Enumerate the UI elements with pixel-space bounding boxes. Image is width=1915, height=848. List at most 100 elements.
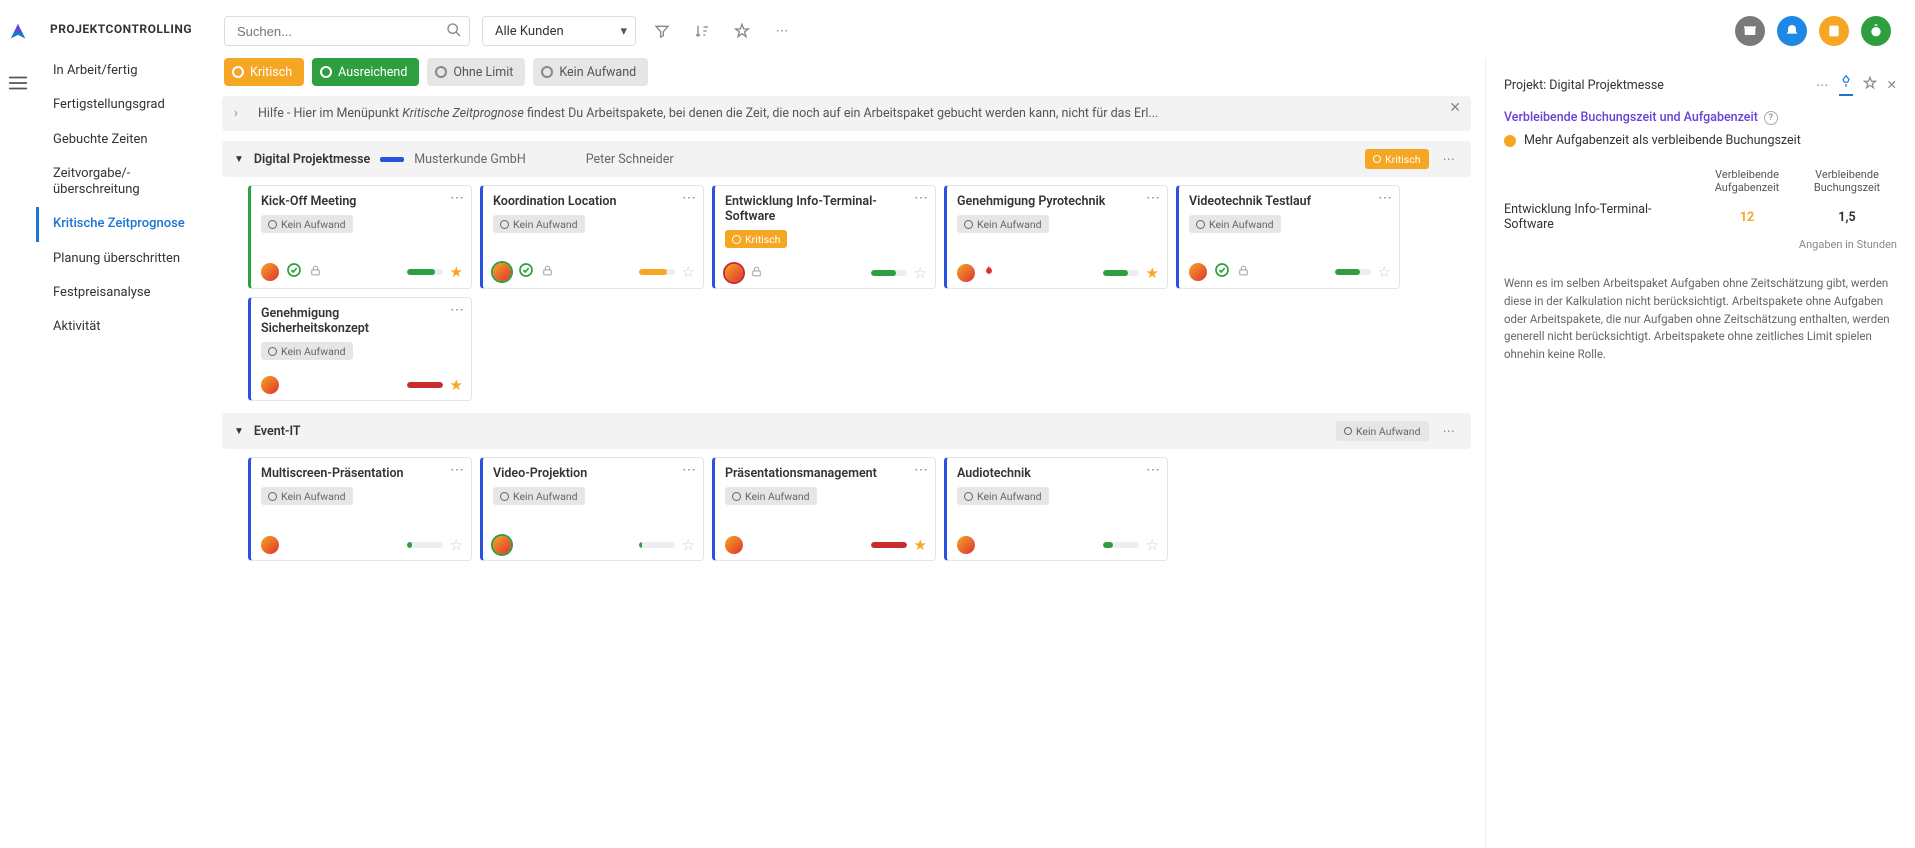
sidebar-item-1[interactable]: Fertigstellungsgrad bbox=[36, 88, 200, 122]
card-star-icon[interactable]: ★ bbox=[914, 536, 927, 554]
avatar[interactable] bbox=[261, 376, 279, 394]
group-customer: Musterkunde GmbH bbox=[414, 152, 526, 167]
detail-row-name: Entwicklung Info-Terminal-Software bbox=[1504, 202, 1697, 232]
sidebar-item-0[interactable]: In Arbeit/fertig bbox=[36, 54, 200, 88]
help-text-prefix: Hilfe - Hier im Menüpunkt bbox=[258, 106, 402, 121]
filter-chip-2[interactable]: Ohne Limit bbox=[427, 58, 525, 86]
card-menu-icon[interactable]: ⋯ bbox=[450, 190, 465, 206]
card[interactable]: ⋯Genehmigung PyrotechnikKein Aufwand★ bbox=[944, 185, 1168, 289]
filter-chip-3[interactable]: Kein Aufwand bbox=[533, 58, 648, 86]
badge-notifications[interactable] bbox=[1777, 16, 1807, 46]
card[interactable]: ⋯Videotechnik TestlaufKein Aufwand☆ bbox=[1176, 185, 1400, 289]
card-star-icon[interactable]: ☆ bbox=[682, 536, 695, 554]
card-menu-icon[interactable]: ⋯ bbox=[1146, 190, 1161, 206]
group-header-1[interactable]: ▼Event-ITKein Aufwand⋯ bbox=[222, 413, 1471, 449]
group-header-0[interactable]: ▼Digital ProjektmesseMusterkunde GmbHPet… bbox=[222, 141, 1471, 177]
sidebar-item-5[interactable]: Planung überschritten bbox=[36, 242, 200, 276]
sidebar-item-4[interactable]: Kritische Zeitprognose bbox=[36, 207, 200, 241]
card-star-icon[interactable]: ★ bbox=[1146, 264, 1159, 282]
avatar[interactable] bbox=[1189, 263, 1207, 281]
badge-timer[interactable] bbox=[1861, 16, 1891, 46]
card-star-icon[interactable]: ☆ bbox=[450, 536, 463, 554]
card-menu-icon[interactable]: ⋯ bbox=[682, 190, 697, 206]
customer-dropdown[interactable]: Alle Kunden bbox=[482, 16, 636, 46]
lock-icon bbox=[1237, 264, 1250, 281]
avatar[interactable] bbox=[957, 264, 975, 282]
card[interactable]: ⋯Koordination LocationKein Aufwand☆ bbox=[480, 185, 704, 289]
lock-icon bbox=[750, 265, 763, 282]
sidebar-item-3[interactable]: Zeitvorgabe/-überschreitung bbox=[36, 157, 200, 208]
group-name: Digital Projektmesse bbox=[254, 152, 370, 167]
card-title: Kick-Off Meeting bbox=[261, 194, 463, 209]
caret-down-icon: ▼ bbox=[234, 154, 244, 165]
card-menu-icon[interactable]: ⋯ bbox=[914, 462, 929, 478]
badge-archive[interactable] bbox=[1735, 16, 1765, 46]
progress-bar bbox=[639, 269, 675, 275]
check-icon bbox=[1214, 262, 1230, 282]
tag-circle-icon bbox=[268, 347, 277, 356]
avatar[interactable] bbox=[725, 536, 743, 554]
star-icon[interactable] bbox=[728, 17, 756, 45]
hamburger-icon[interactable] bbox=[7, 72, 29, 98]
card[interactable]: ⋯Kick-Off MeetingKein Aufwand★ bbox=[248, 185, 472, 289]
close-icon[interactable]: ✕ bbox=[1449, 100, 1461, 116]
sidebar-item-7[interactable]: Aktivität bbox=[36, 310, 200, 344]
group-menu-icon[interactable]: ⋯ bbox=[1439, 151, 1460, 167]
card-star-icon[interactable]: ★ bbox=[450, 263, 463, 281]
card[interactable]: ⋯PräsentationsmanagementKein Aufwand★ bbox=[712, 457, 936, 561]
filter-chip-0[interactable]: Kritisch bbox=[224, 58, 304, 86]
detail-close-icon[interactable]: ✕ bbox=[1887, 77, 1897, 93]
avatar[interactable] bbox=[493, 536, 511, 554]
card-menu-icon[interactable]: ⋯ bbox=[450, 302, 465, 318]
card-menu-icon[interactable]: ⋯ bbox=[1378, 190, 1393, 206]
card-menu-icon[interactable]: ⋯ bbox=[914, 190, 929, 206]
detail-row: Entwicklung Info-Terminal-Software121,5 bbox=[1504, 202, 1897, 232]
card-menu-icon[interactable]: ⋯ bbox=[450, 462, 465, 478]
card-menu-icon[interactable]: ⋯ bbox=[1146, 462, 1161, 478]
legend-dot-icon bbox=[1504, 135, 1516, 147]
card-star-icon[interactable]: ★ bbox=[450, 376, 463, 394]
avatar[interactable] bbox=[957, 536, 975, 554]
tag-circle-icon bbox=[1196, 220, 1205, 229]
avatar[interactable] bbox=[493, 263, 511, 281]
card[interactable]: ⋯Genehmigung SicherheitskonzeptKein Aufw… bbox=[248, 297, 472, 401]
check-icon bbox=[518, 262, 534, 282]
detail-more-icon[interactable]: ⋯ bbox=[1816, 77, 1829, 93]
chevron-right-icon[interactable]: › bbox=[234, 106, 238, 121]
filter-icon[interactable] bbox=[648, 17, 676, 45]
avatar[interactable] bbox=[725, 264, 743, 282]
avatar[interactable] bbox=[261, 536, 279, 554]
progress-bar bbox=[407, 542, 443, 548]
detail-star-icon[interactable] bbox=[1863, 76, 1877, 94]
card-tag: Kein Aufwand bbox=[1189, 215, 1281, 233]
card[interactable]: ⋯Video-ProjektionKein Aufwand☆ bbox=[480, 457, 704, 561]
filter-chip-1[interactable]: Ausreichend bbox=[312, 58, 419, 86]
lock-icon bbox=[309, 264, 322, 281]
search-input[interactable] bbox=[224, 16, 470, 46]
card[interactable]: ⋯Multiscreen-PräsentationKein Aufwand☆ bbox=[248, 457, 472, 561]
card-menu-icon[interactable]: ⋯ bbox=[682, 462, 697, 478]
card-tag: Kein Aufwand bbox=[493, 487, 585, 505]
info-icon[interactable]: ? bbox=[1764, 111, 1778, 125]
card-star-icon[interactable]: ☆ bbox=[914, 264, 927, 282]
group-menu-icon[interactable]: ⋯ bbox=[1439, 423, 1460, 439]
card[interactable]: ⋯Entwicklung Info-Terminal-SoftwareKriti… bbox=[712, 185, 936, 289]
more-icon[interactable]: ⋯ bbox=[768, 17, 796, 45]
badge-notes[interactable] bbox=[1819, 16, 1849, 46]
detail-description: Wenn es im selben Arbeitspaket Aufgaben … bbox=[1504, 275, 1897, 364]
card[interactable]: ⋯AudiotechnikKein Aufwand☆ bbox=[944, 457, 1168, 561]
detail-title: Projekt: Digital Projektmesse bbox=[1504, 78, 1806, 93]
card-star-icon[interactable]: ☆ bbox=[682, 263, 695, 281]
card-tag: Kein Aufwand bbox=[261, 342, 353, 360]
avatar[interactable] bbox=[261, 263, 279, 281]
sidebar-item-2[interactable]: Gebuchte Zeiten bbox=[36, 123, 200, 157]
card-star-icon[interactable]: ☆ bbox=[1146, 536, 1159, 554]
tag-circle-icon bbox=[268, 220, 277, 229]
card-star-icon[interactable]: ☆ bbox=[1378, 263, 1391, 281]
sidebar-item-6[interactable]: Festpreisanalyse bbox=[36, 276, 200, 310]
pin-icon[interactable] bbox=[1839, 74, 1853, 96]
left-rail bbox=[0, 0, 36, 848]
sort-icon[interactable] bbox=[688, 17, 716, 45]
search-icon[interactable] bbox=[446, 22, 462, 42]
progress-bar bbox=[1103, 542, 1139, 548]
